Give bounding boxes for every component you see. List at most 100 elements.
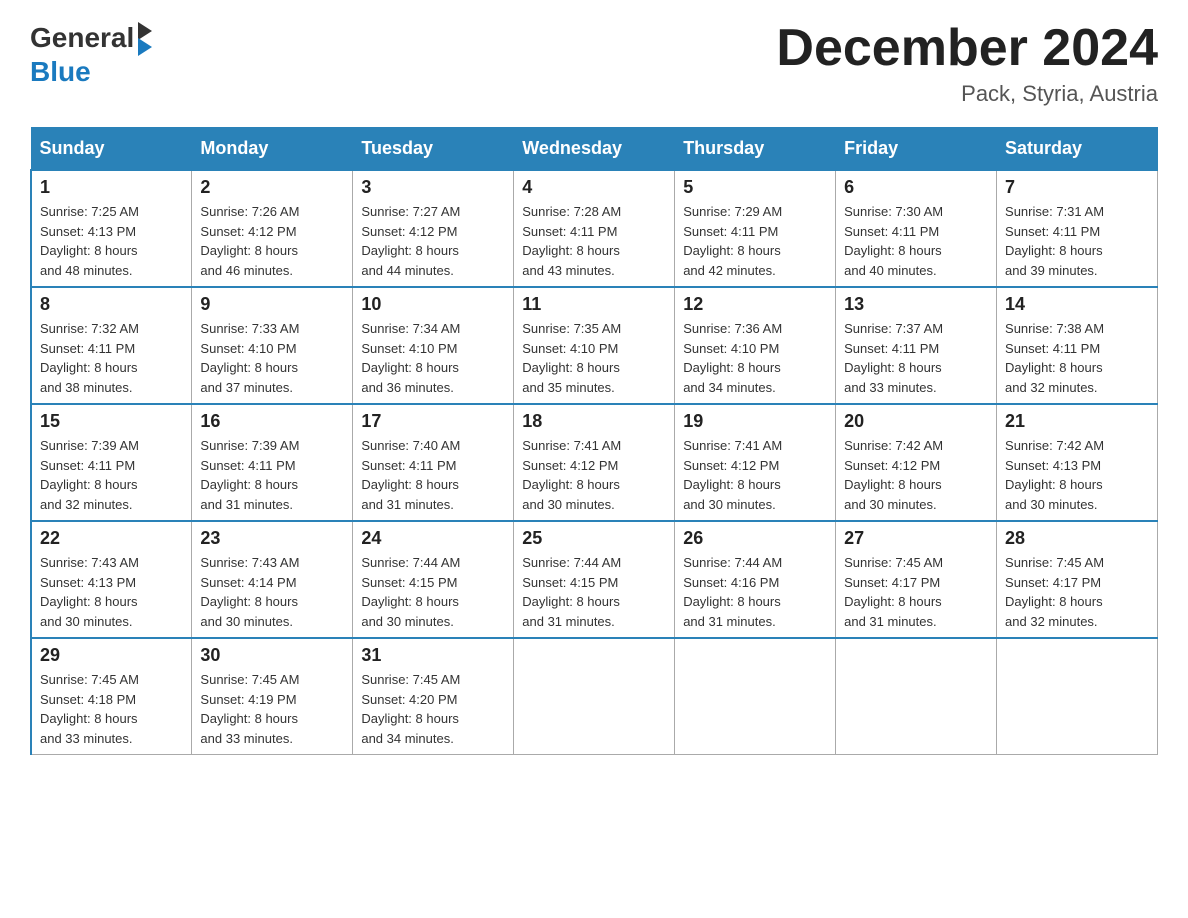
calendar-table: SundayMondayTuesdayWednesdayThursdayFrid…	[30, 127, 1158, 755]
day-info: Sunrise: 7:45 AM Sunset: 4:17 PM Dayligh…	[844, 553, 988, 631]
day-number: 1	[40, 177, 183, 198]
day-number: 2	[200, 177, 344, 198]
day-info: Sunrise: 7:26 AM Sunset: 4:12 PM Dayligh…	[200, 202, 344, 280]
weekday-header-tuesday: Tuesday	[353, 128, 514, 171]
day-number: 28	[1005, 528, 1149, 549]
day-info: Sunrise: 7:45 AM Sunset: 4:19 PM Dayligh…	[200, 670, 344, 748]
calendar-cell: 26 Sunrise: 7:44 AM Sunset: 4:16 PM Dayl…	[675, 521, 836, 638]
day-info: Sunrise: 7:28 AM Sunset: 4:11 PM Dayligh…	[522, 202, 666, 280]
weekday-header-thursday: Thursday	[675, 128, 836, 171]
calendar-cell: 16 Sunrise: 7:39 AM Sunset: 4:11 PM Dayl…	[192, 404, 353, 521]
day-info: Sunrise: 7:45 AM Sunset: 4:18 PM Dayligh…	[40, 670, 183, 748]
calendar-cell: 1 Sunrise: 7:25 AM Sunset: 4:13 PM Dayli…	[31, 170, 192, 287]
calendar-cell: 22 Sunrise: 7:43 AM Sunset: 4:13 PM Dayl…	[31, 521, 192, 638]
day-number: 8	[40, 294, 183, 315]
calendar-cell: 25 Sunrise: 7:44 AM Sunset: 4:15 PM Dayl…	[514, 521, 675, 638]
calendar-cell: 7 Sunrise: 7:31 AM Sunset: 4:11 PM Dayli…	[997, 170, 1158, 287]
calendar-cell: 14 Sunrise: 7:38 AM Sunset: 4:11 PM Dayl…	[997, 287, 1158, 404]
day-info: Sunrise: 7:30 AM Sunset: 4:11 PM Dayligh…	[844, 202, 988, 280]
calendar-cell: 11 Sunrise: 7:35 AM Sunset: 4:10 PM Dayl…	[514, 287, 675, 404]
calendar-cell: 30 Sunrise: 7:45 AM Sunset: 4:19 PM Dayl…	[192, 638, 353, 755]
day-info: Sunrise: 7:40 AM Sunset: 4:11 PM Dayligh…	[361, 436, 505, 514]
calendar-cell: 10 Sunrise: 7:34 AM Sunset: 4:10 PM Dayl…	[353, 287, 514, 404]
day-info: Sunrise: 7:31 AM Sunset: 4:11 PM Dayligh…	[1005, 202, 1149, 280]
day-info: Sunrise: 7:38 AM Sunset: 4:11 PM Dayligh…	[1005, 319, 1149, 397]
day-info: Sunrise: 7:44 AM Sunset: 4:15 PM Dayligh…	[522, 553, 666, 631]
title-section: December 2024 Pack, Styria, Austria	[776, 20, 1158, 107]
calendar-cell	[836, 638, 997, 755]
weekday-header-monday: Monday	[192, 128, 353, 171]
day-info: Sunrise: 7:33 AM Sunset: 4:10 PM Dayligh…	[200, 319, 344, 397]
day-info: Sunrise: 7:35 AM Sunset: 4:10 PM Dayligh…	[522, 319, 666, 397]
calendar-cell: 20 Sunrise: 7:42 AM Sunset: 4:12 PM Dayl…	[836, 404, 997, 521]
calendar-cell: 18 Sunrise: 7:41 AM Sunset: 4:12 PM Dayl…	[514, 404, 675, 521]
day-number: 19	[683, 411, 827, 432]
week-row-4: 22 Sunrise: 7:43 AM Sunset: 4:13 PM Dayl…	[31, 521, 1158, 638]
calendar-cell	[675, 638, 836, 755]
day-number: 20	[844, 411, 988, 432]
calendar-cell: 2 Sunrise: 7:26 AM Sunset: 4:12 PM Dayli…	[192, 170, 353, 287]
calendar-cell	[997, 638, 1158, 755]
weekday-header-row: SundayMondayTuesdayWednesdayThursdayFrid…	[31, 128, 1158, 171]
calendar-cell: 19 Sunrise: 7:41 AM Sunset: 4:12 PM Dayl…	[675, 404, 836, 521]
calendar-cell: 24 Sunrise: 7:44 AM Sunset: 4:15 PM Dayl…	[353, 521, 514, 638]
day-number: 25	[522, 528, 666, 549]
week-row-5: 29 Sunrise: 7:45 AM Sunset: 4:18 PM Dayl…	[31, 638, 1158, 755]
day-number: 30	[200, 645, 344, 666]
day-number: 7	[1005, 177, 1149, 198]
calendar-cell: 13 Sunrise: 7:37 AM Sunset: 4:11 PM Dayl…	[836, 287, 997, 404]
calendar-cell: 8 Sunrise: 7:32 AM Sunset: 4:11 PM Dayli…	[31, 287, 192, 404]
day-info: Sunrise: 7:34 AM Sunset: 4:10 PM Dayligh…	[361, 319, 505, 397]
day-info: Sunrise: 7:37 AM Sunset: 4:11 PM Dayligh…	[844, 319, 988, 397]
day-info: Sunrise: 7:45 AM Sunset: 4:17 PM Dayligh…	[1005, 553, 1149, 631]
calendar-cell: 3 Sunrise: 7:27 AM Sunset: 4:12 PM Dayli…	[353, 170, 514, 287]
calendar-cell: 27 Sunrise: 7:45 AM Sunset: 4:17 PM Dayl…	[836, 521, 997, 638]
day-info: Sunrise: 7:36 AM Sunset: 4:10 PM Dayligh…	[683, 319, 827, 397]
weekday-header-saturday: Saturday	[997, 128, 1158, 171]
week-row-1: 1 Sunrise: 7:25 AM Sunset: 4:13 PM Dayli…	[31, 170, 1158, 287]
day-number: 27	[844, 528, 988, 549]
day-info: Sunrise: 7:44 AM Sunset: 4:15 PM Dayligh…	[361, 553, 505, 631]
day-number: 24	[361, 528, 505, 549]
day-info: Sunrise: 7:41 AM Sunset: 4:12 PM Dayligh…	[522, 436, 666, 514]
day-number: 26	[683, 528, 827, 549]
weekday-header-wednesday: Wednesday	[514, 128, 675, 171]
month-title: December 2024	[776, 20, 1158, 77]
day-info: Sunrise: 7:29 AM Sunset: 4:11 PM Dayligh…	[683, 202, 827, 280]
day-number: 3	[361, 177, 505, 198]
day-number: 10	[361, 294, 505, 315]
day-number: 31	[361, 645, 505, 666]
logo-general: General	[30, 24, 134, 52]
day-info: Sunrise: 7:42 AM Sunset: 4:13 PM Dayligh…	[1005, 436, 1149, 514]
day-number: 18	[522, 411, 666, 432]
day-info: Sunrise: 7:43 AM Sunset: 4:14 PM Dayligh…	[200, 553, 344, 631]
day-number: 21	[1005, 411, 1149, 432]
day-info: Sunrise: 7:42 AM Sunset: 4:12 PM Dayligh…	[844, 436, 988, 514]
calendar-cell: 21 Sunrise: 7:42 AM Sunset: 4:13 PM Dayl…	[997, 404, 1158, 521]
day-number: 22	[40, 528, 183, 549]
day-info: Sunrise: 7:39 AM Sunset: 4:11 PM Dayligh…	[200, 436, 344, 514]
day-info: Sunrise: 7:27 AM Sunset: 4:12 PM Dayligh…	[361, 202, 505, 280]
weekday-header-friday: Friday	[836, 128, 997, 171]
calendar-cell: 31 Sunrise: 7:45 AM Sunset: 4:20 PM Dayl…	[353, 638, 514, 755]
day-number: 9	[200, 294, 344, 315]
day-number: 15	[40, 411, 183, 432]
week-row-3: 15 Sunrise: 7:39 AM Sunset: 4:11 PM Dayl…	[31, 404, 1158, 521]
day-info: Sunrise: 7:41 AM Sunset: 4:12 PM Dayligh…	[683, 436, 827, 514]
page-header: General Blue December 2024 Pack, Styria,…	[30, 20, 1158, 107]
calendar-cell: 6 Sunrise: 7:30 AM Sunset: 4:11 PM Dayli…	[836, 170, 997, 287]
day-number: 5	[683, 177, 827, 198]
calendar-cell: 28 Sunrise: 7:45 AM Sunset: 4:17 PM Dayl…	[997, 521, 1158, 638]
day-info: Sunrise: 7:25 AM Sunset: 4:13 PM Dayligh…	[40, 202, 183, 280]
day-number: 13	[844, 294, 988, 315]
day-number: 23	[200, 528, 344, 549]
calendar-cell: 23 Sunrise: 7:43 AM Sunset: 4:14 PM Dayl…	[192, 521, 353, 638]
day-info: Sunrise: 7:39 AM Sunset: 4:11 PM Dayligh…	[40, 436, 183, 514]
day-number: 16	[200, 411, 344, 432]
calendar-cell: 15 Sunrise: 7:39 AM Sunset: 4:11 PM Dayl…	[31, 404, 192, 521]
day-number: 17	[361, 411, 505, 432]
logo: General Blue	[30, 20, 152, 88]
day-number: 4	[522, 177, 666, 198]
location: Pack, Styria, Austria	[776, 81, 1158, 107]
day-number: 29	[40, 645, 183, 666]
